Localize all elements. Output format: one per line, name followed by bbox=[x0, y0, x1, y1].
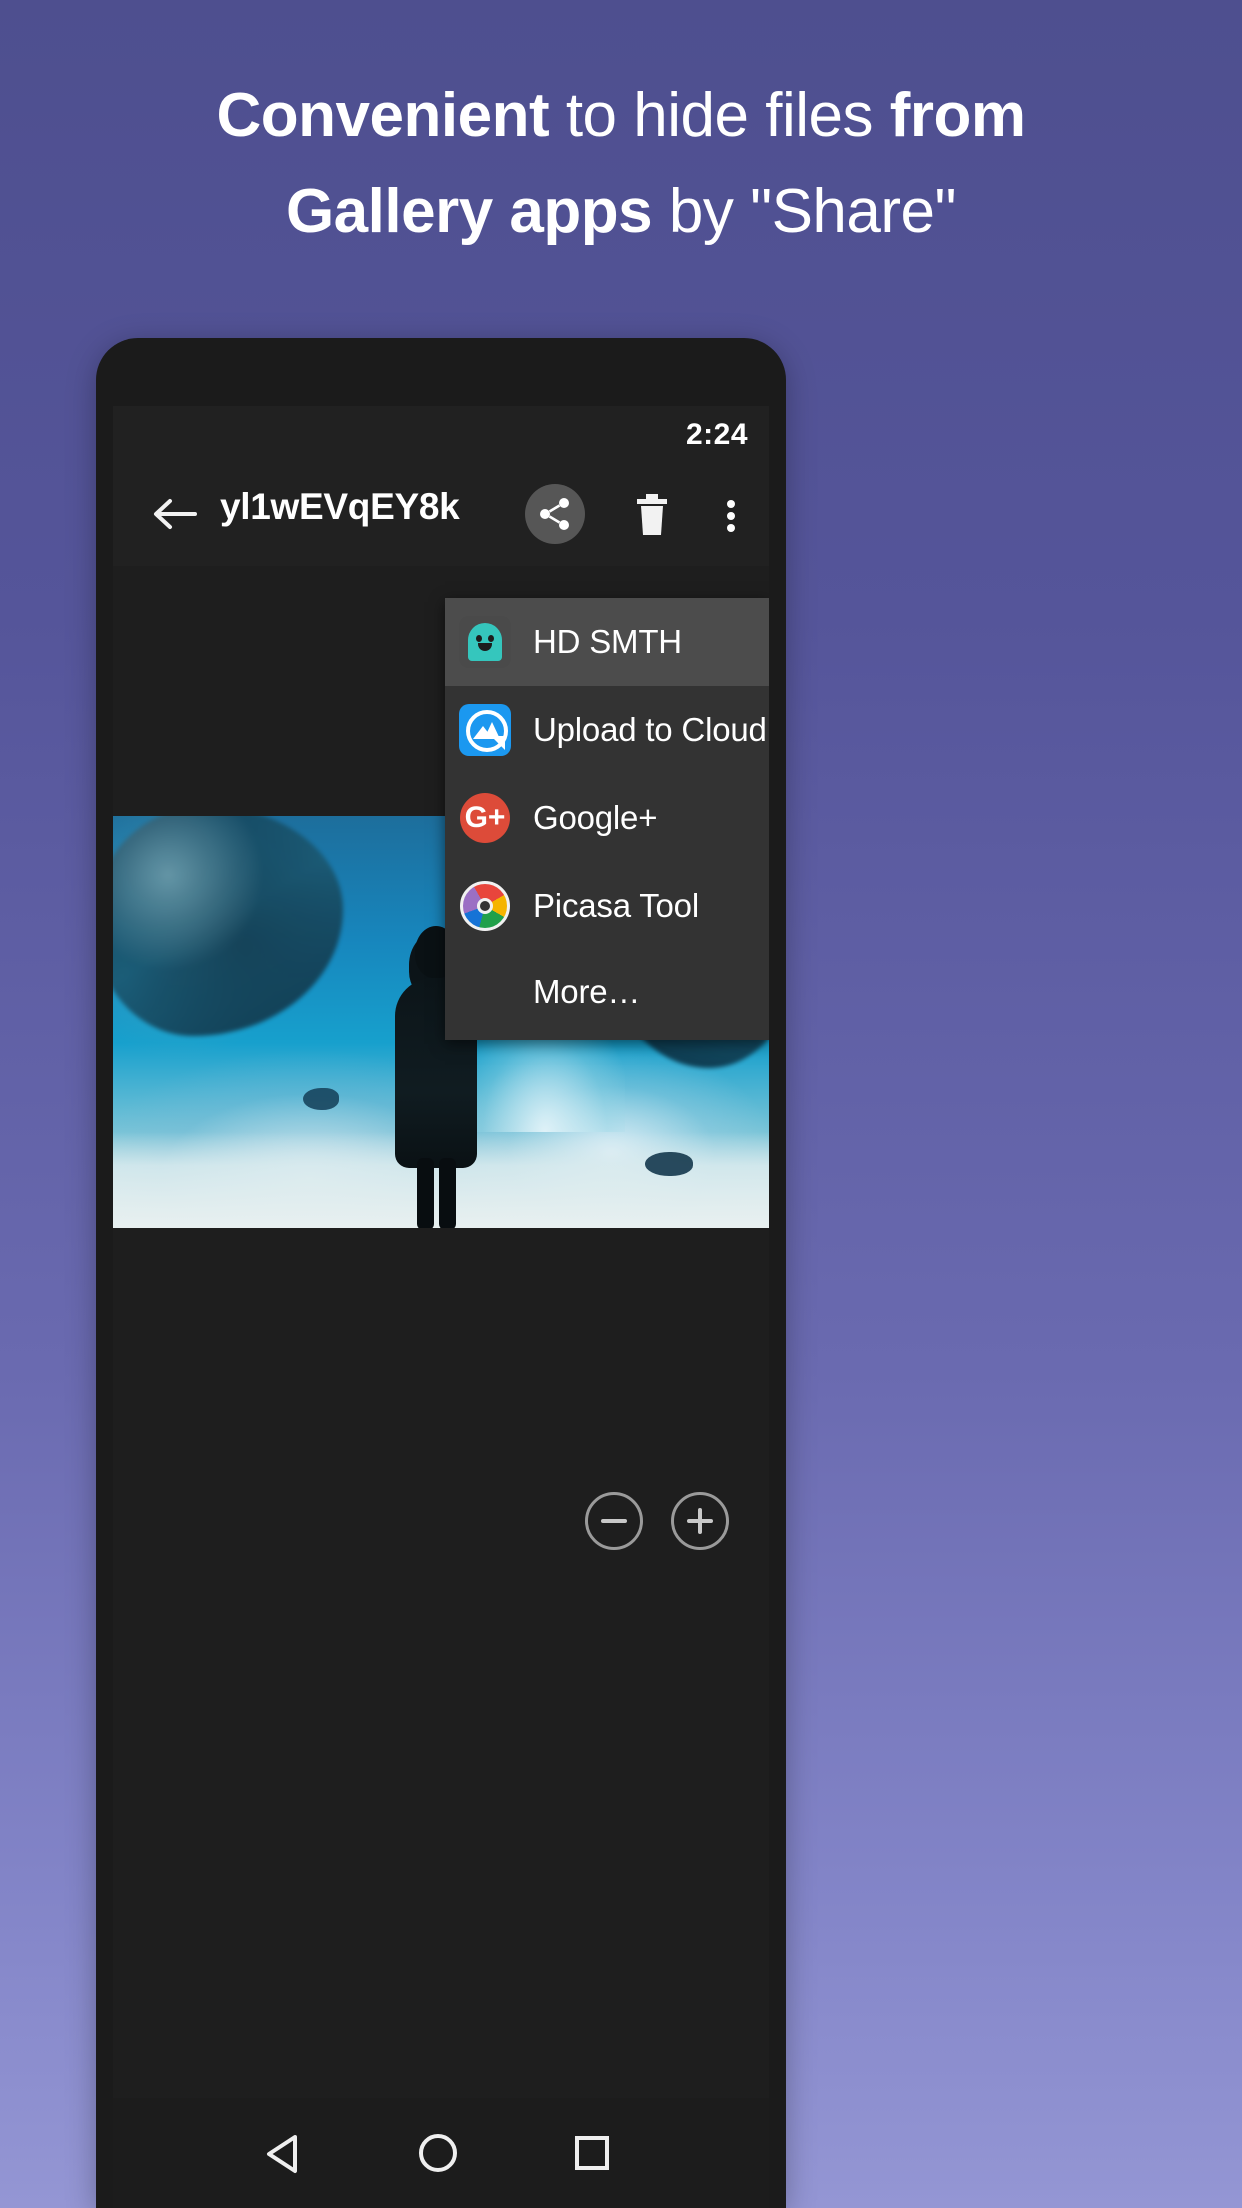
ghost-body bbox=[468, 623, 502, 666]
cloud-icon bbox=[459, 704, 511, 756]
share-menu-item-picasa-tool[interactable]: Picasa Tool bbox=[445, 862, 769, 950]
gplus-glyph: G+ bbox=[464, 801, 506, 834]
delete-button[interactable] bbox=[621, 484, 681, 544]
minus-icon bbox=[601, 1519, 627, 1523]
phone-screen: 2:24 yl1wEVqEY8k HD SMTH Upload to Cloud… bbox=[113, 406, 769, 2208]
plus-icon-vertical bbox=[698, 1508, 702, 1534]
share-menu-more-label: More… bbox=[533, 973, 641, 1010]
headline-bold-gallery-apps: Gallery apps bbox=[285, 177, 653, 246]
girl-leg-left bbox=[417, 1158, 434, 1228]
zoom-controls bbox=[565, 1492, 745, 1572]
gplus-icon: G+ bbox=[459, 792, 511, 844]
coral-rock-decoration bbox=[113, 816, 343, 1036]
share-menu-label: Upload to Cloud bbox=[533, 711, 767, 748]
picasa-center bbox=[477, 898, 493, 914]
nav-back-icon[interactable] bbox=[265, 2134, 297, 2173]
headline-regular-1: to hide files bbox=[549, 81, 890, 150]
overflow-menu-button[interactable] bbox=[701, 484, 761, 544]
share-button[interactable] bbox=[525, 484, 585, 544]
share-menu-item-upload-to-cloud[interactable]: Upload to Cloud bbox=[445, 686, 769, 774]
zoom-in-button[interactable] bbox=[671, 1492, 729, 1550]
promo-headline: Convenient to hide files from Gallery ap… bbox=[0, 68, 1242, 260]
trash-icon bbox=[637, 494, 667, 535]
share-menu-item-more[interactable]: More… bbox=[445, 950, 769, 1034]
ghost-eye-right bbox=[488, 635, 494, 642]
android-navigation-bar bbox=[113, 2098, 769, 2208]
nav-home-icon[interactable] bbox=[419, 2134, 457, 2172]
share-menu-item-google-plus[interactable]: G+ Google+ bbox=[445, 774, 769, 862]
share-menu-label: Google+ bbox=[533, 799, 658, 836]
share-menu-item-hd-smth[interactable]: HD SMTH bbox=[445, 598, 769, 686]
share-icon bbox=[540, 498, 569, 530]
overflow-dot-3 bbox=[727, 524, 735, 532]
picasa-icon bbox=[459, 880, 511, 932]
headline-bold-convenient: Convenient bbox=[216, 81, 550, 150]
headline-line-1: Convenient to hide files from bbox=[0, 68, 1242, 164]
share-popup-menu: HD SMTH Upload to Cloud G+ Google+ Picas… bbox=[445, 598, 769, 1040]
app-toolbar: yl1wEVqEY8k bbox=[113, 462, 769, 566]
zoom-out-button[interactable] bbox=[585, 1492, 643, 1550]
ghost-icon bbox=[459, 616, 511, 668]
status-bar: 2:24 bbox=[113, 406, 769, 462]
headline-line-2: Gallery apps by "Share" bbox=[0, 164, 1242, 260]
page-title: yl1wEVqEY8k bbox=[220, 486, 460, 527]
share-menu-label: Picasa Tool bbox=[533, 887, 699, 924]
share-menu-label: HD SMTH bbox=[533, 623, 682, 660]
headline-bold-from: from bbox=[889, 81, 1026, 150]
ghost-eye-left bbox=[476, 635, 482, 642]
headline-regular-2: by "Share" bbox=[652, 177, 957, 246]
nav-recents-icon[interactable] bbox=[575, 2136, 609, 2170]
status-bar-clock: 2:24 bbox=[685, 418, 748, 451]
girl-leg-right bbox=[439, 1158, 456, 1228]
back-arrow-icon[interactable] bbox=[150, 489, 200, 539]
phone-mockup: 2:24 yl1wEVqEY8k HD SMTH Upload to Cloud… bbox=[96, 338, 786, 2208]
fish-decoration-2 bbox=[645, 1152, 693, 1176]
overflow-dot-2 bbox=[727, 512, 735, 520]
fish-decoration-1 bbox=[303, 1088, 339, 1110]
overflow-dot-1 bbox=[727, 500, 735, 508]
